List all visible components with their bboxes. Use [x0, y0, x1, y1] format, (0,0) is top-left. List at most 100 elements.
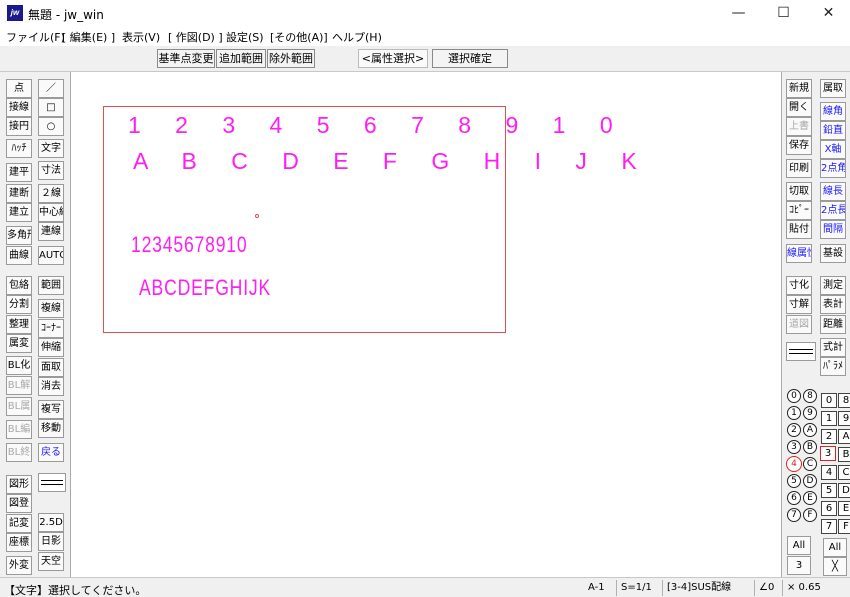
tool-attribute-change[interactable]: 属変 — [6, 334, 32, 353]
road-map-button[interactable]: 道図 — [786, 315, 812, 334]
layer-1[interactable]: 1 — [821, 411, 837, 426]
layer-group-all-button[interactable]: All — [787, 536, 811, 555]
paper-size[interactable]: A-1 — [584, 580, 616, 596]
tool-block-explode[interactable]: BL解 — [6, 376, 32, 395]
base-settings-button[interactable]: 基設 — [820, 244, 846, 263]
tool-corner[interactable]: ｺｰﾅｰ — [38, 319, 64, 338]
tool-block-attribute[interactable]: BL属 — [6, 397, 32, 416]
tool-continuous-line[interactable]: 連線 — [38, 222, 64, 241]
tool-tangent-circle[interactable]: 接円 — [6, 117, 32, 136]
two-point-angle-button[interactable]: 2点角 — [820, 159, 846, 178]
menu-file[interactable]: ファイル(F) — [6, 29, 65, 45]
layer-group-current[interactable]: 3 — [787, 556, 811, 575]
close-button[interactable]: ✕ — [806, 0, 850, 26]
layer-group-4[interactable]: 4 — [786, 456, 802, 472]
exclude-range-button[interactable]: 除外範囲 — [267, 49, 315, 68]
print-button[interactable]: 印刷 — [786, 159, 812, 178]
tool-rectangle[interactable]: □ — [38, 98, 64, 117]
layer-7[interactable]: 7 — [821, 519, 837, 534]
dimension-explode-button[interactable]: 寸解 — [786, 295, 812, 314]
dimension-convert-button[interactable]: 寸化 — [786, 276, 812, 295]
layer-group-2[interactable]: 2 — [787, 423, 801, 437]
line-attribute-button[interactable]: 線属性 — [786, 244, 812, 263]
line-type-sample[interactable] — [38, 473, 66, 492]
x-axis-button[interactable]: X軸 — [820, 140, 846, 159]
formula-calc-button[interactable]: 式計 — [820, 338, 846, 357]
layer-group-3[interactable]: 3 — [787, 440, 801, 454]
attribute-select-button[interactable]: <属性選択> — [358, 49, 428, 68]
tool-divide[interactable]: 分割 — [6, 295, 32, 314]
tool-figure[interactable]: 図形 — [6, 475, 32, 494]
tool-move[interactable]: 移動 — [38, 419, 64, 438]
layer-2[interactable]: 2 — [821, 429, 837, 444]
maximize-button[interactable]: ☐ — [761, 0, 806, 26]
file-open-button[interactable]: 開く — [786, 98, 812, 117]
layer-3[interactable]: 3 — [820, 446, 836, 461]
tool-arch-elevation[interactable]: 建立 — [6, 203, 32, 222]
parametric-button[interactable]: ﾊﾟﾗﾒ — [820, 357, 846, 376]
layer-c[interactable]: C — [838, 465, 850, 480]
layer-6[interactable]: 6 — [821, 501, 837, 516]
text-row-letters-wide[interactable]: A B C D E F G H I J K — [133, 148, 651, 175]
tool-text[interactable]: 文字 — [38, 139, 64, 158]
tool-chamfer[interactable]: 面取 — [38, 358, 64, 377]
text-row-digits-wide[interactable]: 1 2 3 4 5 6 7 8 9 1 0 — [128, 112, 627, 139]
confirm-selection-button[interactable]: 選択確定 — [432, 49, 508, 68]
layer-d[interactable]: D — [838, 483, 850, 498]
tool-erase[interactable]: 消去 — [38, 377, 64, 396]
tool-point[interactable]: 点 — [6, 79, 32, 98]
layer-group-5[interactable]: 5 — [787, 474, 801, 488]
tool-block-create[interactable]: BL化 — [6, 356, 32, 375]
layer-8[interactable]: 8 — [838, 393, 850, 408]
tool-envelope[interactable]: 包絡 — [6, 276, 32, 295]
measure-button[interactable]: 測定 — [820, 276, 846, 295]
tool-block-edit[interactable]: BL編 — [6, 420, 32, 439]
tool-arch-plan[interactable]: 建平 — [6, 163, 32, 182]
change-base-point-button[interactable]: 基準点変更 — [157, 49, 215, 68]
menu-other[interactable]: [その他(A)] — [270, 29, 328, 45]
copy-button[interactable]: ｺﾋﾟｰ — [786, 201, 812, 220]
layer-4[interactable]: 4 — [821, 465, 837, 480]
layer-cross-button[interactable]: ╳ — [823, 557, 847, 576]
distance-button[interactable]: 距離 — [820, 315, 846, 334]
tool-arch-section[interactable]: 建断 — [6, 184, 32, 203]
layer-group-f[interactable]: F — [803, 508, 817, 522]
layer-all-button[interactable]: All — [823, 538, 847, 557]
line-length-button[interactable]: 線長 — [820, 182, 846, 201]
tool-auto[interactable]: AUTO — [38, 246, 64, 265]
add-range-button[interactable]: 追加範囲 — [216, 49, 266, 68]
layer-group-a[interactable]: A — [803, 423, 817, 437]
text-row-digits-narrow[interactable]: 12345678910 — [131, 232, 247, 258]
layer-group-0[interactable]: 0 — [787, 389, 801, 403]
tool-symbol-change[interactable]: 記変 — [6, 514, 32, 533]
layer-e[interactable]: E — [838, 501, 850, 516]
layer-5[interactable]: 5 — [821, 483, 837, 498]
layer-9[interactable]: 9 — [838, 411, 850, 426]
current-layer-indicator[interactable]: [3-4]SUS配線 — [662, 580, 754, 596]
text-row-letters-narrow[interactable]: ABCDEFGHIJK — [139, 275, 271, 301]
line-sample-right[interactable] — [786, 342, 816, 361]
file-overwrite-button[interactable]: 上書 — [786, 117, 812, 136]
layer-f[interactable]: F — [838, 519, 850, 534]
paste-button[interactable]: 貼付 — [786, 220, 812, 239]
tool-copy[interactable]: 複写 — [38, 400, 64, 419]
layer-0[interactable]: 0 — [821, 393, 837, 408]
tool-hatch[interactable]: ﾊｯﾁ — [6, 139, 32, 158]
tool-block-end[interactable]: BL終 — [6, 443, 32, 462]
layer-group-c[interactable]: C — [803, 457, 817, 471]
layer-group-9[interactable]: 9 — [803, 406, 817, 420]
layer-group-7[interactable]: 7 — [787, 508, 801, 522]
layer-group-8[interactable]: 8 — [803, 389, 817, 403]
file-new-button[interactable]: 新規 — [786, 79, 812, 98]
menu-view[interactable]: 表示(V) — [122, 29, 160, 45]
spacing-button[interactable]: 間隔 — [820, 220, 846, 239]
layer-group-1[interactable]: 1 — [787, 406, 801, 420]
two-point-length-button[interactable]: 2点長 — [820, 201, 846, 220]
line-angle-button[interactable]: 線角 — [820, 102, 846, 121]
scale-indicator[interactable]: S=1/1 — [616, 580, 662, 596]
layer-group-6[interactable]: 6 — [787, 491, 801, 505]
menu-settings[interactable]: 設定(S) — [226, 29, 264, 45]
tool-line[interactable]: ／ — [38, 79, 64, 98]
vertical-button[interactable]: 鉛直 — [820, 121, 846, 140]
layer-a[interactable]: A — [838, 429, 850, 444]
